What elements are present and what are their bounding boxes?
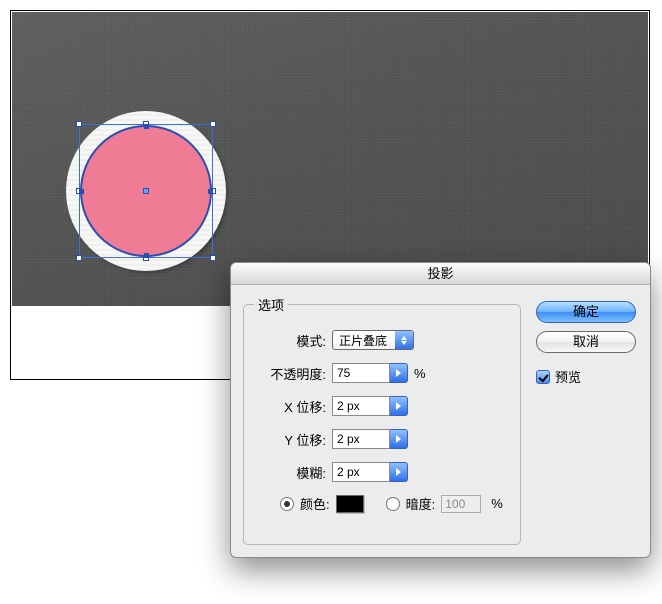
resize-handle-br[interactable] <box>210 255 216 261</box>
color-swatch[interactable] <box>336 495 364 513</box>
opacity-label: 不透明度: <box>254 364 332 383</box>
options-legend: 选项 <box>254 295 288 314</box>
mode-select-value: 正片叠底 <box>333 332 395 349</box>
darkness-label: 暗度: <box>406 494 436 513</box>
darkness-unit: % <box>491 496 503 511</box>
preview-label: 预览 <box>555 367 581 386</box>
opacity-unit: % <box>414 366 426 381</box>
mode-select[interactable]: 正片叠底 <box>332 330 414 350</box>
color-radio[interactable] <box>280 497 294 511</box>
selected-object[interactable] <box>66 111 226 271</box>
blur-label: 模糊: <box>254 463 332 482</box>
preview-checkbox[interactable] <box>536 370 550 384</box>
anchor-bottom[interactable] <box>144 253 149 258</box>
center-point[interactable] <box>143 188 149 194</box>
cancel-button[interactable]: 取消 <box>536 331 636 353</box>
ok-button[interactable]: 确定 <box>536 301 636 323</box>
resize-handle-tr[interactable] <box>210 121 216 127</box>
blur-stepper[interactable] <box>390 462 408 482</box>
y-offset-label: Y 位移: <box>254 430 332 449</box>
anchor-top[interactable] <box>144 124 149 129</box>
opacity-input[interactable] <box>332 363 390 383</box>
dialog-title[interactable]: 投影 <box>231 263 650 285</box>
options-group: 选项 模式: 正片叠底 不透明度: % X 位移: <box>243 295 521 545</box>
color-label: 颜色: <box>300 494 330 513</box>
x-offset-label: X 位移: <box>254 397 332 416</box>
anchor-left[interactable] <box>79 189 84 194</box>
resize-handle-tl[interactable] <box>76 121 82 127</box>
chevron-updown-icon <box>395 331 413 349</box>
darkness-input[interactable] <box>441 495 481 513</box>
darkness-radio[interactable] <box>386 497 400 511</box>
drop-shadow-dialog: 投影 选项 模式: 正片叠底 不透明度: % X 位移: <box>230 262 651 558</box>
blur-input[interactable] <box>332 462 390 482</box>
x-offset-input[interactable] <box>332 396 390 416</box>
x-offset-stepper[interactable] <box>390 396 408 416</box>
resize-handle-bl[interactable] <box>76 255 82 261</box>
mode-label: 模式: <box>254 331 332 350</box>
opacity-stepper[interactable] <box>390 363 408 383</box>
y-offset-input[interactable] <box>332 429 390 449</box>
y-offset-stepper[interactable] <box>390 429 408 449</box>
anchor-right[interactable] <box>208 189 213 194</box>
